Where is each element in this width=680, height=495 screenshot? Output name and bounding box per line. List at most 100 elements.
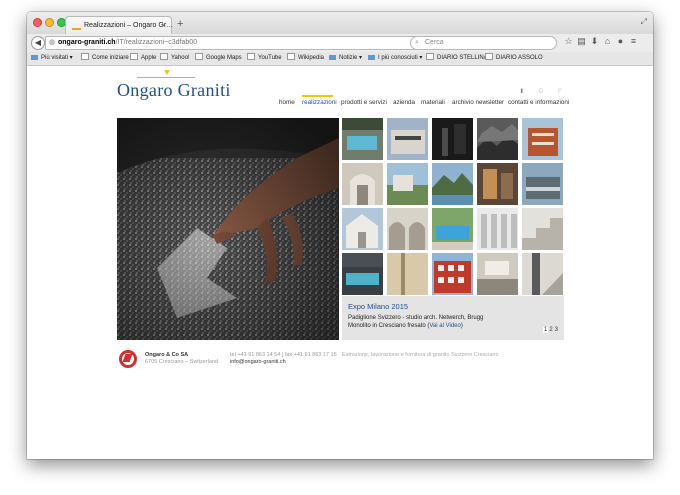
bookmark-item[interactable]: I più conosciuti ▾: [368, 52, 422, 65]
home-icon[interactable]: ⌂: [601, 36, 614, 46]
nav-materiali[interactable]: materiali: [421, 99, 445, 106]
download-icon[interactable]: ⬇: [588, 36, 601, 47]
page-icon: [195, 53, 203, 60]
back-button[interactable]: ◀: [31, 36, 45, 50]
bookmark-label: DIARIO ASSOLO: [496, 55, 543, 61]
bookmark-item[interactable]: YouTube: [247, 52, 282, 65]
star-icon[interactable]: ☆: [562, 36, 575, 47]
thumbnail[interactable]: [387, 163, 428, 205]
new-tab-button[interactable]: +: [177, 18, 183, 30]
search-placeholder: Cerca: [425, 39, 444, 46]
bookmark-item[interactable]: DIARIO ASSOLO: [485, 52, 543, 65]
nav-azienda[interactable]: azienda: [393, 99, 415, 106]
nav-realizzazioni[interactable]: realizzazioni: [302, 99, 337, 106]
minimize-window-button[interactable]: [45, 18, 54, 27]
hero-hand-granite-photo: [117, 118, 339, 340]
footer-company: Ongaro & Co SA: [145, 352, 189, 358]
nav-prodotti-servizi[interactable]: prodotti e servizi: [341, 99, 387, 106]
thumbnail[interactable]: [342, 253, 383, 295]
thumbnail[interactable]: [477, 163, 518, 205]
thumbnail[interactable]: [432, 163, 473, 205]
bookmark-item[interactable]: Yahoo!: [160, 52, 190, 65]
thumbnail[interactable]: [342, 118, 383, 160]
url-host: ongaro-graniti.ch: [58, 39, 116, 46]
globe-icon: ◍: [49, 39, 56, 46]
nav-archivio-newsletter[interactable]: archivio newsletter: [452, 99, 504, 106]
browser-window: Realizzazioni – Ongaro Gr… × + ⤢ ◀ ◍ ong…: [27, 12, 653, 459]
url-path: /IT/realizzazioni~c3dfab00: [115, 39, 198, 46]
company-logo-icon: [119, 350, 137, 368]
bookmark-item[interactable]: DIARIO STELLINA: [426, 52, 488, 65]
page-icon: [160, 53, 168, 60]
bookmark-item[interactable]: Wikipedia: [287, 52, 324, 65]
thumbnail[interactable]: [432, 118, 473, 160]
search-icon: ⌕: [415, 39, 419, 46]
nav-home[interactable]: home: [279, 99, 295, 106]
thumbnail[interactable]: [387, 253, 428, 295]
thumbnail[interactable]: [522, 163, 563, 205]
nav-active-indicator: [302, 95, 333, 97]
title-bar: Realizzazioni – Ongaro Gr… × + ⤢: [27, 12, 653, 35]
caption-line-2: Monolito in Cresciano fresato (Vai al Vi…: [348, 323, 463, 329]
footer-email[interactable]: info@ongaro-graniti.ch: [230, 359, 286, 365]
thumbnail[interactable]: [432, 208, 473, 250]
pagination: 123: [542, 327, 559, 333]
chat-icon[interactable]: ●: [614, 36, 627, 46]
thumbnail[interactable]: [477, 253, 518, 295]
bookmark-label: Notizie ▾: [339, 55, 363, 61]
hero-image: [117, 118, 339, 340]
tab-close-icon[interactable]: ×: [161, 21, 166, 30]
thumbnail[interactable]: [522, 118, 563, 160]
folder-icon: [329, 55, 336, 60]
bookmark-item[interactable]: Google Maps: [195, 52, 242, 65]
bookmark-label: I più conosciuti ▾: [378, 55, 423, 61]
caption-line-2-end: ): [460, 323, 463, 329]
thumbnail[interactable]: [342, 163, 383, 205]
thumbnail[interactable]: [432, 253, 473, 295]
page-3[interactable]: 3: [554, 327, 559, 333]
favicon-icon: [72, 22, 81, 30]
thumbnail[interactable]: [477, 208, 518, 250]
caption-box: Expo Milano 2015 Padiglione Svizzero - s…: [342, 296, 564, 340]
lang-german[interactable]: D: [539, 89, 543, 95]
lang-french[interactable]: F: [558, 89, 562, 95]
bookmark-item[interactable]: Come iniziare: [81, 52, 129, 65]
toolbar-icons: ☆ ▤ ⬇ ⌂ ● ≡: [562, 36, 640, 47]
lang-italian[interactable]: I: [521, 89, 523, 95]
navigation-toolbar: ◀ ◍ ongaro-graniti.ch/IT/realizzazioni~c…: [27, 34, 653, 53]
thumbnail[interactable]: [342, 208, 383, 250]
bookmark-item[interactable]: Apple: [130, 52, 156, 65]
thumbnail[interactable]: [522, 253, 563, 295]
thumbnail[interactable]: [477, 118, 518, 160]
menu-icon[interactable]: ≡: [627, 36, 640, 46]
tab-title: Realizzazioni – Ongaro Gr…: [84, 22, 174, 29]
folder-icon: [368, 55, 375, 60]
nav-contatti[interactable]: contatti e informazioni: [508, 99, 569, 106]
site-logo[interactable]: Ongaro Graniti: [117, 80, 231, 101]
footer-description: Estrazione, lavorazione e fornitura di g…: [342, 352, 499, 358]
fullscreen-icon[interactable]: ⤢: [641, 17, 647, 27]
bookmark-label: Google Maps: [206, 55, 242, 61]
thumbnail[interactable]: [522, 208, 563, 250]
page-icon: [130, 53, 138, 60]
browser-tab[interactable]: Realizzazioni – Ongaro Gr… ×: [65, 16, 174, 35]
page-icon: [287, 53, 295, 60]
url-bar[interactable]: ◍ ongaro-graniti.ch/IT/realizzazioni~c3d…: [45, 36, 441, 50]
page-icon: [426, 53, 434, 60]
page-icon: [247, 53, 255, 60]
logo-mark-icon: [164, 70, 170, 75]
bookmarks-list-icon[interactable]: ▤: [575, 36, 588, 47]
search-input[interactable]: ⌕ Cerca: [410, 36, 557, 50]
page-icon: [81, 53, 89, 60]
bookmark-item[interactable]: Più visitati ▾: [31, 52, 73, 65]
bookmark-item[interactable]: Notizie ▾: [329, 52, 362, 65]
bookmark-label: Yahoo!: [171, 55, 190, 61]
thumbnail[interactable]: [387, 208, 428, 250]
close-window-button[interactable]: [33, 18, 42, 27]
video-link[interactable]: Vai al Video: [429, 323, 460, 329]
caption-line-1: Padiglione Svizzero - studio arch. Netwe…: [348, 315, 484, 321]
caption-line-2-text: Monolito in Cresciano fresato (: [348, 323, 430, 329]
bookmarks-bar: Più visitati ▾ Come iniziare Apple Yahoo…: [27, 52, 653, 66]
thumbnail[interactable]: [387, 118, 428, 160]
logo-divider: [137, 77, 195, 78]
